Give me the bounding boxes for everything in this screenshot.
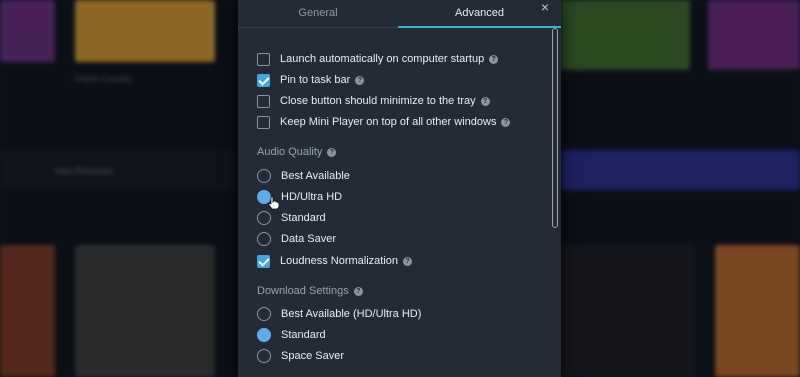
advanced-settings-panel: Launch automatically on computer startup…	[238, 28, 561, 377]
checkbox[interactable]	[257, 254, 270, 268]
download-option-space-saver[interactable]: Space Saver	[257, 347, 344, 365]
option-label: Best Available	[281, 170, 350, 182]
audio-option-best-available[interactable]: Best Available	[257, 167, 350, 185]
option-label: Keep Mini Player on top of all other win…	[280, 116, 497, 128]
option-minimize-to-tray[interactable]: Close button should minimize to the tray…	[257, 92, 490, 110]
help-icon[interactable]: ?	[501, 117, 511, 127]
option-label: Pin to task bar	[280, 74, 351, 86]
download-option-standard[interactable]: Standard	[257, 326, 326, 344]
help-icon[interactable]: ?	[489, 54, 499, 64]
section-heading-label: Download Settings	[257, 285, 349, 297]
checkbox[interactable]	[257, 94, 270, 108]
option-label: Launch automatically on computer startup	[280, 53, 485, 65]
checkbox[interactable]	[257, 73, 270, 87]
help-icon[interactable]: ?	[355, 75, 365, 85]
radio-button[interactable]	[257, 232, 271, 246]
tab-general[interactable]: General	[238, 0, 398, 27]
option-label: Best Available (HD/Ultra HD)	[281, 308, 422, 320]
option-mini-player-on-top[interactable]: Keep Mini Player on top of all other win…	[257, 113, 511, 131]
help-icon[interactable]: ?	[327, 147, 337, 157]
download-settings-heading: Download Settings ?	[257, 285, 363, 297]
help-icon[interactable]: ?	[353, 286, 363, 296]
option-label: Loudness Normalization	[280, 255, 399, 267]
option-loudness-normalization[interactable]: Loudness Normalization ?	[257, 252, 413, 270]
hand-cursor-icon	[268, 196, 280, 210]
option-label: HD/Ultra HD	[281, 191, 343, 203]
radio-button[interactable]	[257, 307, 271, 321]
section-heading-label: Audio Quality	[257, 146, 323, 158]
radio-button[interactable]	[257, 211, 271, 225]
help-icon[interactable]: ?	[480, 96, 490, 106]
close-icon[interactable]: ×	[536, 0, 554, 16]
settings-dialog: General Advanced × Launch automatically …	[238, 0, 561, 377]
option-pin-to-taskbar[interactable]: Pin to task bar ?	[257, 71, 365, 89]
checkbox[interactable]	[257, 52, 270, 66]
radio-button[interactable]	[257, 328, 271, 342]
checkbox[interactable]	[257, 115, 270, 129]
option-label: Standard	[281, 212, 326, 224]
option-label: Close button should minimize to the tray	[280, 95, 476, 107]
radio-button[interactable]	[257, 349, 271, 363]
option-launch-on-startup[interactable]: Launch automatically on computer startup…	[257, 50, 499, 68]
download-option-best-available[interactable]: Best Available (HD/Ultra HD)	[257, 305, 421, 323]
audio-quality-heading: Audio Quality ?	[257, 146, 337, 158]
option-label: Standard	[281, 329, 326, 341]
help-icon[interactable]: ?	[403, 256, 413, 266]
audio-option-standard[interactable]: Standard	[257, 209, 326, 227]
audio-option-data-saver[interactable]: Data Saver	[257, 230, 336, 248]
radio-button[interactable]	[257, 169, 271, 183]
option-label: Space Saver	[281, 350, 344, 362]
tab-bar: General Advanced ×	[238, 0, 561, 28]
option-label: Data Saver	[281, 233, 337, 245]
